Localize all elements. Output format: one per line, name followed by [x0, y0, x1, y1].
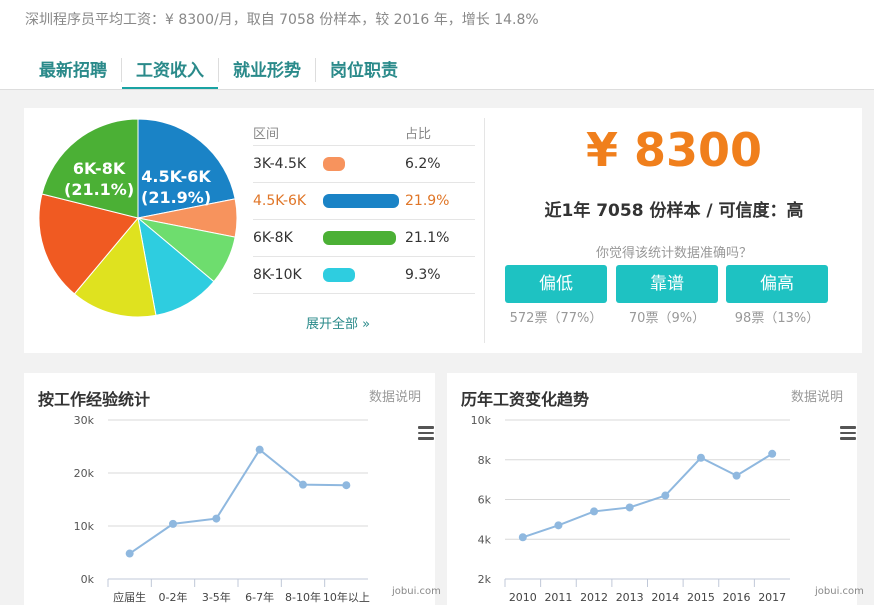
y-tick-label: 4k [478, 533, 492, 546]
range-column-header: 区间 [253, 127, 280, 142]
vote-too-high-button[interactable]: 偏高 [726, 265, 828, 303]
data-point[interactable] [625, 503, 634, 512]
data-point[interactable] [661, 491, 670, 500]
data-point[interactable] [299, 480, 307, 489]
x-tick-label: 应届生 [113, 590, 146, 604]
range-label: 4.5K-6K [253, 193, 307, 209]
salary-pie-chart: 6K-8K (21.1%) 4.5K-6K (21.9%) [38, 118, 238, 318]
range-percent: 6.2% [405, 156, 441, 172]
tab-latest-jobs[interactable]: 最新招聘 [25, 50, 121, 90]
experience-line-chart: 0k 10k 20k 30k 应届生 0-2年 3-5年 6-7年 8-10年 10年以上 [74, 414, 370, 604]
x-tick-label: 2013 [616, 591, 644, 604]
range-row: 4.5K-6K 21.9% [253, 183, 475, 220]
experience-chart-card: 按工作经验统计 数据说明 0k 10k 20k 30k 应届生 0-2年 3-5年 6-7年 8… [24, 373, 441, 605]
y-tick-label: 10k [74, 520, 95, 533]
x-tick-label: 2017 [758, 591, 786, 604]
trend-line-chart: 2k 4k 6k 8k 10k 2010 2011 2012 2013 2014 2015 2016 2… [471, 414, 790, 604]
pie-label-range: 6K-8K [72, 159, 126, 178]
tab-salary[interactable]: 工资收入 [122, 50, 218, 90]
y-tick-label: 8k [478, 454, 492, 467]
data-point[interactable] [554, 521, 563, 530]
range-row: 6K-8K 21.1% [253, 220, 475, 257]
range-percent: 9.3% [405, 267, 441, 283]
pie-label-range: 4.5K-6K [141, 167, 211, 186]
tab-responsibilities[interactable]: 岗位职责 [316, 50, 412, 90]
vote-too-high-count: 98票（13%） [734, 311, 820, 326]
x-tick-label: 0-2年 [159, 590, 188, 604]
x-tick-label: 2010 [509, 591, 537, 604]
data-point[interactable] [169, 519, 177, 528]
x-tick-label: 3-5年 [202, 590, 231, 604]
salary-headline: 深圳程序员平均工资：¥ 8300/月，取自 7058 份样本，较 2016 年，… [25, 12, 539, 28]
tab-underline-divider [0, 89, 874, 90]
x-tick-label: 6-7年 [245, 590, 274, 604]
range-percent: 21.1% [405, 230, 450, 246]
range-share-bar [323, 194, 399, 208]
x-tick-label: 2012 [580, 591, 608, 604]
range-row: 3K-4.5K 6.2% [253, 146, 475, 183]
y-tick-label: 20k [74, 467, 95, 480]
y-tick-label: 10k [471, 414, 492, 427]
sample-info: 近1年 7058 份样本 / 可信度：高 [544, 201, 804, 221]
average-salary: ¥ 8300 [585, 123, 763, 177]
vote-accurate-button[interactable]: 靠谱 [616, 265, 718, 303]
tab-employment[interactable]: 就业形势 [219, 50, 315, 90]
tab-bar: 最新招聘 工资收入 就业形势 岗位职责 [25, 50, 412, 90]
range-share-bar [323, 268, 356, 282]
chart-menu-icon[interactable] [840, 426, 856, 440]
data-point[interactable] [125, 549, 134, 558]
page-header: 深圳程序员平均工资：¥ 8300/月，取自 7058 份样本，较 2016 年，… [0, 0, 874, 90]
x-tick-label: 10年以上 [323, 590, 370, 604]
range-table-header: 区间 占比 [253, 120, 475, 146]
data-point[interactable] [255, 445, 264, 454]
range-share-bar [323, 157, 345, 171]
range-share-bar [323, 231, 397, 245]
trend-chart-card: 历年工资变化趋势 数据说明 2k 4k 6k 8k 10k 2010 2011 2012 201… [447, 373, 864, 605]
vote-too-low-count: 572票（77%） [509, 311, 603, 326]
x-tick-label: 8-10年 [285, 590, 321, 604]
watermark: jobui.com [392, 586, 441, 597]
pie-label-pct: (21.1%) [64, 180, 135, 199]
series-line [129, 448, 347, 555]
data-point[interactable] [696, 453, 705, 462]
section-divider [484, 118, 485, 343]
range-row: 8K-10K 9.3% [253, 257, 475, 294]
y-tick-label: 0k [81, 573, 95, 586]
pie-svg [38, 118, 238, 318]
accuracy-question: 你觉得该统计数据准确吗？ [595, 246, 752, 261]
data-point[interactable] [212, 514, 221, 523]
expand-all-link[interactable]: 展开全部 » [306, 313, 370, 332]
pie-label-4-5k-6k: 4.5K-6K (21.9%) [141, 166, 211, 208]
range-label: 8K-10K [253, 267, 302, 283]
watermark: jobui.com [815, 586, 864, 597]
vote-accurate-count: 70票（9%） [628, 311, 706, 326]
pie-label-pct: (21.9%) [141, 188, 212, 207]
data-point[interactable] [768, 449, 777, 458]
data-point[interactable] [590, 507, 599, 516]
range-label: 6K-8K [253, 230, 293, 246]
y-tick-label: 6k [478, 494, 492, 507]
range-label: 3K-4.5K [253, 156, 307, 172]
salary-range-table: 区间 占比 3K-4.5K 6.2% 4.5K-6K 21.9% 6K-8K 21.1% 8… [253, 120, 475, 294]
vote-too-low-button[interactable]: 偏低 [505, 265, 607, 303]
salary-distribution-card: 6K-8K (21.1%) 4.5K-6K (21.9%) 区间 占比 3K-4… [24, 108, 862, 353]
pie-label-6k-8k: 6K-8K (21.1%) [64, 158, 134, 200]
y-tick-label: 2k [478, 573, 492, 586]
range-table-rows: 3K-4.5K 6.2% 4.5K-6K 21.9% 6K-8K 21.1% 8K-10K 9… [253, 146, 475, 294]
x-tick-label: 2011 [544, 591, 572, 604]
data-point[interactable] [518, 533, 527, 542]
x-tick-label: 2016 [723, 591, 751, 604]
share-column-header: 占比 [405, 127, 432, 142]
data-point[interactable] [342, 481, 351, 490]
x-tick-label: 2014 [651, 591, 679, 604]
y-tick-label: 30k [74, 414, 95, 427]
range-percent: 21.9% [405, 193, 450, 209]
x-tick-label: 2015 [687, 591, 715, 604]
data-point[interactable] [732, 471, 741, 480]
